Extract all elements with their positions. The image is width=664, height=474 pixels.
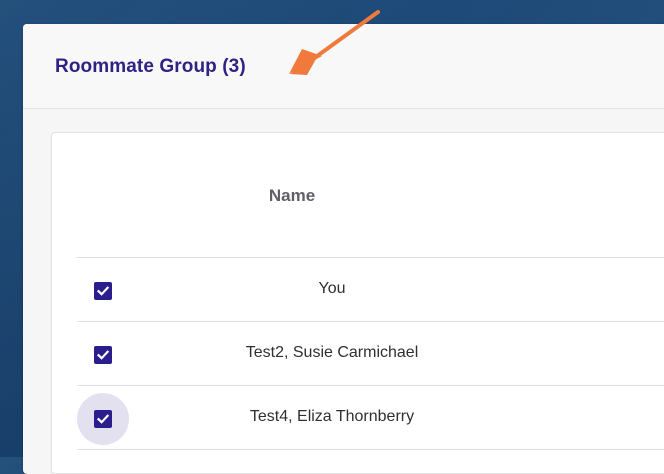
select-checkbox[interactable] xyxy=(94,282,112,300)
table-row[interactable]: Test2, Susie Carmichael xyxy=(77,322,664,386)
table-row[interactable]: You xyxy=(77,258,664,322)
roommate-table: Name You Test2, Susie Carmichael Test4, … xyxy=(77,133,664,450)
select-checkbox[interactable] xyxy=(94,410,112,428)
group-title: Roommate Group (3) xyxy=(55,56,246,77)
row-name: You xyxy=(318,280,346,297)
roommate-table-card: Name You Test2, Susie Carmichael Test4, … xyxy=(51,132,664,474)
check-icon xyxy=(96,414,110,424)
row-name: Test2, Susie Carmichael xyxy=(245,344,419,361)
checkbox-wrapper xyxy=(77,265,129,317)
row-name: Test4, Eliza Thornberry xyxy=(249,408,415,425)
checkbox-wrapper-focused xyxy=(77,393,129,445)
select-checkbox[interactable] xyxy=(94,346,112,364)
card-header: Roommate Group (3) xyxy=(23,24,664,109)
column-header-name: Name xyxy=(268,186,316,205)
check-icon xyxy=(96,350,110,360)
checkbox-wrapper xyxy=(77,329,129,381)
roommate-group-card: Roommate Group (3) Name You Test2, Susie… xyxy=(23,24,664,474)
check-icon xyxy=(96,286,110,296)
table-header: Name xyxy=(77,133,664,258)
table-row[interactable]: Test4, Eliza Thornberry xyxy=(77,386,664,450)
